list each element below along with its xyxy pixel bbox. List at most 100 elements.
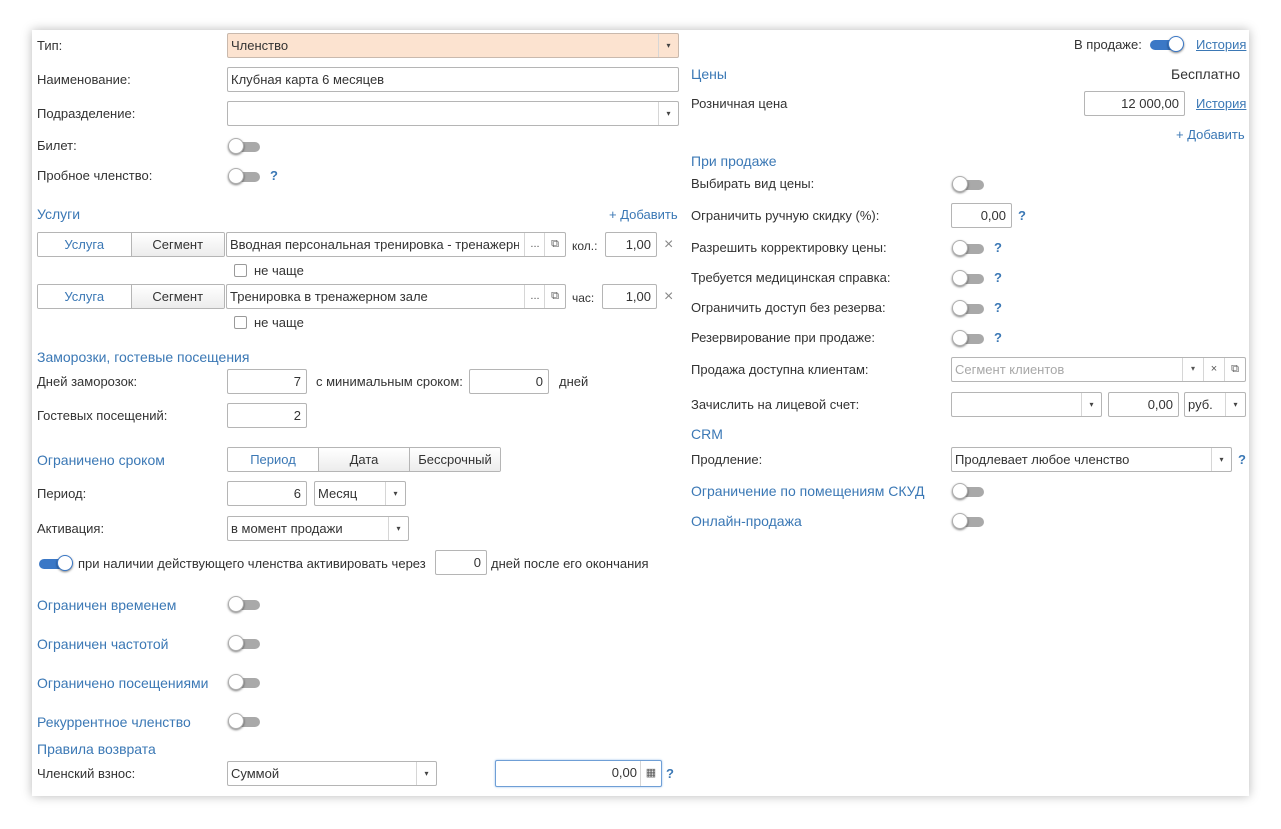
period-input[interactable]: 6 — [227, 481, 307, 506]
reserve-on-sale-toggle[interactable] — [952, 330, 986, 346]
renewal-value: Продлевает любое членство — [955, 452, 1130, 467]
ticket-toggle[interactable] — [228, 138, 262, 154]
fee-help-icon[interactable]: ? — [666, 766, 674, 782]
service-tab[interactable]: Услуга — [38, 285, 131, 308]
service-row-2-qty-input[interactable]: 1,00 — [602, 284, 657, 309]
crm-title: CRM — [691, 426, 723, 442]
trial-help-icon[interactable]: ? — [270, 168, 278, 184]
remove-row-2-icon[interactable]: × — [664, 289, 673, 305]
available-clients-label: Продажа доступна клиентам: — [691, 362, 869, 377]
chevron-down-icon[interactable]: ▾ — [1211, 448, 1231, 471]
on-sale-toggle[interactable] — [1150, 36, 1184, 52]
name-input[interactable]: Клубная карта 6 месяцев — [227, 67, 679, 92]
guest-visits-input[interactable]: 2 — [227, 403, 307, 428]
freeze-days-label: Дней заморозок: — [37, 374, 138, 389]
online-sale-toggle[interactable] — [952, 513, 986, 529]
chevron-down-icon[interactable]: ▾ — [658, 102, 678, 125]
med-cert-label: Требуется медицинская справка: — [691, 270, 891, 285]
limit-access-toggle[interactable] — [952, 300, 986, 316]
retail-price-value: 12 000,00 — [1121, 96, 1179, 111]
chevron-down-icon[interactable]: ▾ — [658, 34, 678, 57]
activation-select[interactable]: в момент продажи ▾ — [227, 516, 409, 541]
chevron-down-icon[interactable]: ▾ — [388, 517, 408, 540]
trial-toggle[interactable] — [228, 168, 262, 184]
more-icon[interactable]: ... — [524, 233, 545, 256]
service-row-2-mode[interactable]: Услуга Сегмент — [37, 284, 225, 309]
choose-price-toggle[interactable] — [952, 176, 986, 192]
history-link-1[interactable]: История — [1196, 37, 1246, 53]
open-icon[interactable]: ⧉ — [544, 285, 565, 308]
period-unit-select[interactable]: Месяц ▾ — [314, 481, 406, 506]
retail-price-input[interactable]: 12 000,00 — [1084, 91, 1185, 116]
history-link-2[interactable]: История — [1196, 96, 1246, 112]
service-row-1-mode[interactable]: Услуга Сегмент — [37, 232, 225, 257]
reserve-on-sale-help-icon[interactable]: ? — [994, 330, 1002, 346]
type-value: Членство — [231, 38, 289, 53]
recurrent-toggle[interactable] — [228, 713, 262, 729]
services-add-link[interactable]: + Добавить — [609, 207, 678, 223]
calculator-icon[interactable]: ▦ — [640, 761, 661, 786]
chevron-down-icon[interactable]: ▾ — [1225, 393, 1245, 416]
service-tab[interactable]: Услуга — [38, 233, 131, 256]
chevron-down-icon[interactable]: ▾ — [385, 482, 405, 505]
credit-account-select[interactable]: ▾ — [951, 392, 1102, 417]
tab-unlimited[interactable]: Бессрочный — [409, 448, 500, 471]
renewal-help-icon[interactable]: ? — [1238, 452, 1246, 468]
activate-days-input[interactable]: 0 — [435, 550, 487, 575]
med-cert-toggle[interactable] — [952, 270, 986, 286]
credit-amount-input[interactable]: 0,00 — [1108, 392, 1179, 417]
fee-value-input[interactable]: 0,00 ▦ — [495, 760, 662, 787]
tab-date[interactable]: Дата — [318, 448, 409, 471]
row-1-not-more-often-checkbox[interactable] — [234, 264, 247, 277]
open-icon[interactable]: ⧉ — [1224, 358, 1245, 381]
limited-time-toggle[interactable] — [228, 596, 262, 612]
division-label: Подразделение: — [37, 106, 136, 121]
activation-label: Активация: — [37, 521, 105, 536]
prices-title: Цены — [691, 66, 727, 82]
fee-label: Членский взнос: — [37, 766, 136, 781]
service-row-2-value: Тренировка в тренажерном зале — [230, 289, 428, 304]
segment-tab[interactable]: Сегмент — [130, 285, 224, 308]
allow-correction-toggle[interactable] — [952, 240, 986, 256]
currency-select[interactable]: руб. ▾ — [1184, 392, 1246, 417]
freeze-days-input[interactable]: 7 — [227, 369, 307, 394]
row-2-not-more-often-checkbox[interactable] — [234, 316, 247, 329]
period-unit-value: Месяц — [318, 486, 358, 501]
type-label: Тип: — [37, 38, 63, 53]
name-label: Наименование: — [37, 72, 131, 87]
service-row-1-input[interactable]: Вводная персональная тренировка - тренаж… — [226, 232, 566, 257]
remove-row-1-icon[interactable]: × — [664, 237, 673, 253]
clear-icon[interactable]: × — [1203, 358, 1224, 381]
min-term-input[interactable]: 0 — [469, 369, 549, 394]
division-select[interactable]: ▾ — [227, 101, 679, 126]
client-segment-select[interactable]: Сегмент клиентов ▾ × ⧉ — [951, 357, 1246, 382]
skud-toggle[interactable] — [952, 483, 986, 499]
allow-correction-help-icon[interactable]: ? — [994, 240, 1002, 256]
more-icon[interactable]: ... — [524, 285, 545, 308]
activate-after-label: при наличии действующего членства активи… — [78, 556, 426, 571]
service-row-2-input[interactable]: Тренировка в тренажерном зале ... ⧉ — [226, 284, 566, 309]
service-row-2-qty: 1,00 — [625, 289, 651, 304]
recurrent-title: Рекуррентное членство — [37, 714, 191, 730]
fee-mode-select[interactable]: Суммой ▾ — [227, 761, 437, 786]
term-mode-tabs[interactable]: Период Дата Бессрочный — [227, 447, 501, 472]
segment-tab[interactable]: Сегмент — [130, 233, 224, 256]
limit-discount-label: Ограничить ручную скидку (%): — [691, 208, 880, 223]
activate-after-toggle[interactable] — [39, 555, 73, 571]
service-row-1-qty-input[interactable]: 1,00 — [605, 232, 657, 257]
chevron-down-icon[interactable]: ▾ — [1182, 358, 1203, 381]
service-row-1-qty: 1,00 — [625, 237, 651, 252]
chevron-down-icon[interactable]: ▾ — [1081, 393, 1101, 416]
chevron-down-icon[interactable]: ▾ — [416, 762, 436, 785]
renewal-select[interactable]: Продлевает любое членство ▾ — [951, 447, 1232, 472]
prices-add-link[interactable]: + Добавить — [1176, 127, 1245, 143]
limited-frequency-toggle[interactable] — [228, 635, 262, 651]
open-icon[interactable]: ⧉ — [544, 233, 565, 256]
limit-access-help-icon[interactable]: ? — [994, 300, 1002, 316]
med-cert-help-icon[interactable]: ? — [994, 270, 1002, 286]
limit-discount-input[interactable]: 0,00 — [951, 203, 1012, 228]
type-select[interactable]: Членство ▾ — [227, 33, 679, 58]
limit-discount-help-icon[interactable]: ? — [1018, 208, 1026, 224]
tab-period[interactable]: Период — [228, 448, 318, 471]
limited-visits-toggle[interactable] — [228, 674, 262, 690]
